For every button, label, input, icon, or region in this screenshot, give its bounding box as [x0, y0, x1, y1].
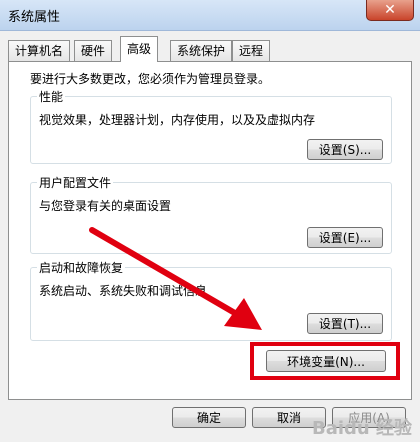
startup-recovery-group: 启动和故障恢复 系统启动、系统失败和调试信息 设置(T)... [30, 259, 392, 341]
tab-hardware[interactable]: 硬件 [74, 40, 113, 61]
startup-recovery-description: 系统启动、系统失败和调试信息 [39, 284, 208, 298]
performance-settings-button[interactable]: 设置(S)... [307, 139, 383, 160]
tab-advanced[interactable]: 高级 [120, 36, 159, 62]
close-button[interactable]: ✕ [366, 0, 414, 21]
tab-system-protection[interactable]: 系统保护 [170, 40, 233, 61]
ok-button[interactable]: 确定 [172, 407, 246, 428]
user-profiles-settings-button[interactable]: 设置(E)... [307, 227, 383, 248]
startup-recovery-settings-button[interactable]: 设置(T)... [307, 313, 383, 334]
admin-notice: 要进行大多数更改，您必须作为管理员登录。 [30, 72, 271, 86]
tab-strip: 计算机名 硬件 高级 系统保护 远程 [8, 36, 412, 62]
title-bar: 系统属性 ✕ [0, 0, 420, 31]
tab-computer-name[interactable]: 计算机名 [8, 40, 71, 61]
user-profiles-description: 与您登录有关的桌面设置 [39, 199, 172, 213]
highlight-box [250, 342, 400, 380]
performance-group: 性能 视觉效果，处理器计划，内存使用，以及及虚拟内存 设置(S)... [30, 88, 392, 164]
watermark: Baidu 经验 [311, 418, 412, 439]
tab-remote[interactable]: 远程 [232, 40, 271, 61]
user-profiles-title: 用户配置文件 [37, 174, 114, 191]
window-title: 系统属性 [8, 10, 61, 25]
startup-recovery-title: 启动和故障恢复 [37, 259, 126, 276]
performance-title: 性能 [37, 88, 66, 105]
user-profiles-group: 用户配置文件 与您登录有关的桌面设置 设置(E)... [30, 174, 392, 254]
performance-description: 视觉效果，处理器计划，内存使用，以及及虚拟内存 [39, 113, 316, 127]
